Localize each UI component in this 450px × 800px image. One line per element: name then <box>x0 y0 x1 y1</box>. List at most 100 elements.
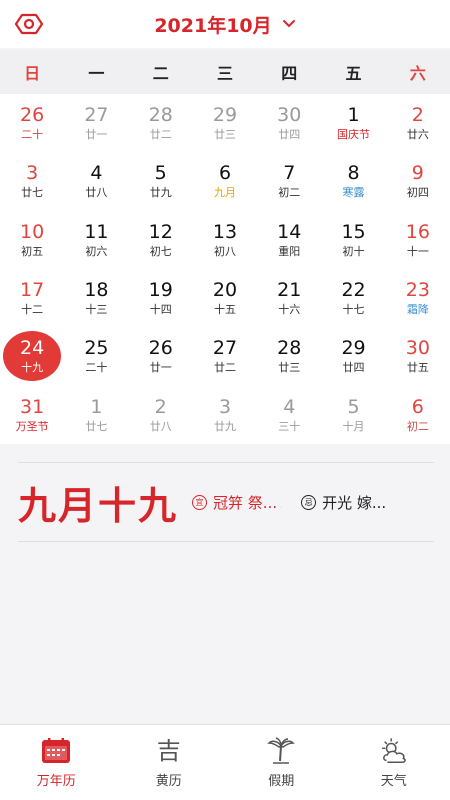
day-number: 4 <box>283 395 296 418</box>
day-number: 27 <box>84 104 109 127</box>
tab-holidays[interactable]: 假期 <box>225 725 338 800</box>
lunar-label: 初四 <box>406 186 429 200</box>
day-number: 4 <box>90 162 103 185</box>
calendar-day[interactable]: 30 廿四 <box>257 94 321 152</box>
lunar-date: 九月十九 <box>18 482 179 528</box>
calendar-day[interactable]: 19 十四 <box>129 269 193 327</box>
calendar-week-row: 10 初五 11 初六 12 初七 13 初八 14 重阳 15 初十 16 十一 <box>0 211 450 269</box>
tab-almanac[interactable]: 吉 黄历 <box>113 725 226 800</box>
calendar-day[interactable]: 5 廿九 <box>129 152 193 210</box>
lunar-label: 九月 <box>213 186 236 200</box>
calendar-day[interactable]: 10 初五 <box>0 211 64 269</box>
calendar-day[interactable]: 14 重阳 <box>257 211 321 269</box>
calendar-day[interactable]: 13 初八 <box>193 211 257 269</box>
lunar-label: 廿三 <box>278 361 301 375</box>
tab-label: 假期 <box>268 773 295 789</box>
day-number: 16 <box>405 220 430 243</box>
calendar-day[interactable]: 23 霜降 <box>386 269 450 327</box>
calendar-day[interactable]: 30 廿五 <box>386 327 450 385</box>
calendar-day[interactable]: 8 寒露 <box>321 152 385 210</box>
lunar-label: 初十 <box>342 244 365 258</box>
calendar-day[interactable]: 18 十三 <box>64 269 128 327</box>
calendar-day[interactable]: 1 国庆节 <box>321 94 385 152</box>
calendar-day[interactable]: 31 万圣节 <box>0 385 64 443</box>
day-number: 6 <box>218 162 232 185</box>
lunar-label: 十七 <box>342 303 365 317</box>
weekday-label: 五 <box>345 64 362 83</box>
lunar-label: 初五 <box>21 244 44 258</box>
calendar-day[interactable]: 4 三十 <box>257 385 321 443</box>
calendar-day[interactable]: 3 廿七 <box>0 152 64 210</box>
day-number: 14 <box>277 220 302 243</box>
calendar-day[interactable]: 15 初十 <box>321 211 385 269</box>
calendar-day[interactable]: 3 廿九 <box>193 385 257 443</box>
calendar-day[interactable]: 16 十一 <box>386 211 450 269</box>
palm-tree-icon <box>266 736 296 765</box>
calendar-day[interactable]: 20 十五 <box>193 269 257 327</box>
day-number: 7 <box>283 162 296 185</box>
lunar-label: 廿九 <box>149 186 172 200</box>
lunar-label: 廿四 <box>278 128 301 142</box>
calendar-day[interactable]: 25 二十 <box>64 327 128 385</box>
calendar-day[interactable]: 2 廿六 <box>386 94 450 152</box>
lunar-label: 十五 <box>213 303 236 317</box>
calendar-day[interactable]: 26 廿一 <box>129 327 193 385</box>
day-number: 8 <box>347 162 360 185</box>
lunar-label: 廿二 <box>213 361 236 375</box>
calendar-day[interactable]: 11 初六 <box>64 211 128 269</box>
month-selector[interactable]: 2021年10月 <box>0 0 450 48</box>
day-number: 18 <box>84 279 109 302</box>
good-activities[interactable]: 宜 冠笄 祭... <box>192 492 277 513</box>
calendar-day[interactable]: 27 廿二 <box>193 327 257 385</box>
lunar-label: 十月 <box>342 419 365 433</box>
calendar-day[interactable]: 28 廿三 <box>257 327 321 385</box>
calendar-day[interactable]: 17 十二 <box>0 269 64 327</box>
calendar-day[interactable]: 9 初四 <box>386 152 450 210</box>
calendar-day[interactable]: 28 廿二 <box>129 94 193 152</box>
tab-label: 天气 <box>380 773 407 789</box>
tab-calendar[interactable]: 万年历 <box>0 725 113 800</box>
calendar-day[interactable]: 6 初二 <box>386 385 450 443</box>
lunar-label: 十六 <box>278 303 301 317</box>
calendar-day[interactable]: 29 廿三 <box>193 94 257 152</box>
weather-icon <box>379 737 409 765</box>
bad-activities[interactable]: 忌 开光 嫁... <box>301 492 386 513</box>
bad-activities-text: 开光 嫁... <box>322 493 387 512</box>
day-number: 1 <box>90 395 103 418</box>
day-number: 15 <box>341 220 366 243</box>
calendar-day[interactable]: 21 十六 <box>257 269 321 327</box>
lunar-label: 廿九 <box>213 419 236 433</box>
weekday-label: 二 <box>152 64 169 83</box>
lunar-label: 廿四 <box>342 361 365 375</box>
day-number: 2 <box>411 104 424 127</box>
weekday-label: 一 <box>88 64 105 83</box>
lunar-label: 三十 <box>278 419 301 433</box>
weekday-header: 日 一 二 三 四 五 六 <box>0 50 450 94</box>
calendar-day[interactable]: 7 初二 <box>257 152 321 210</box>
calendar-day[interactable]: 12 初七 <box>129 211 193 269</box>
calendar-day[interactable]: 26 二十 <box>0 94 64 152</box>
tab-weather[interactable]: 天气 <box>338 725 450 800</box>
calendar-day-today[interactable]: 24 十九 <box>0 327 64 385</box>
calendar-week-row: 17 十二 18 十三 19 十四 20 十五 21 十六 22 十七 23 霜降 <box>0 269 450 327</box>
calendar-day[interactable]: 22 十七 <box>321 269 385 327</box>
lunar-label: 初二 <box>406 419 429 433</box>
calendar-day[interactable]: 29 廿四 <box>321 327 385 385</box>
calendar-week-row: 26 二十 27 廿一 28 廿二 29 廿三 30 廿四 1 国庆节 2 廿六 <box>0 94 450 152</box>
weekday-label: 六 <box>409 64 426 83</box>
tab-label: 黄历 <box>155 773 182 789</box>
month-title: 2021年10月 <box>154 14 272 37</box>
calendar-day[interactable]: 6 九月 <box>193 152 257 210</box>
lunar-label: 国庆节 <box>337 128 371 142</box>
calendar-day[interactable]: 27 廿一 <box>64 94 128 152</box>
day-number: 28 <box>277 337 302 360</box>
app-header: 2021年10月 <box>0 0 450 48</box>
lunar-label: 廿一 <box>85 128 108 142</box>
calendar-day[interactable]: 2 廿八 <box>129 385 193 443</box>
day-number: 29 <box>341 337 366 360</box>
calendar-day[interactable]: 5 十月 <box>321 385 385 443</box>
calendar-day[interactable]: 4 廿八 <box>64 152 128 210</box>
calendar-day[interactable]: 1 廿七 <box>64 385 128 443</box>
day-number: 22 <box>341 279 366 302</box>
lunar-label: 重阳 <box>278 244 301 258</box>
